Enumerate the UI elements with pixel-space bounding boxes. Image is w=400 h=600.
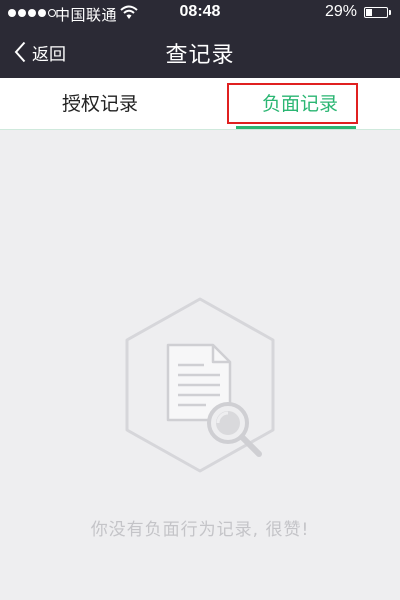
status-bar: 中国联通 08:48 29% bbox=[0, 0, 400, 26]
empty-state-message: 你没有负面行为记录, 很赞! bbox=[90, 520, 310, 540]
battery-level bbox=[366, 9, 373, 16]
battery-nub bbox=[389, 10, 391, 15]
active-tab-indicator bbox=[236, 126, 356, 129]
page-title: 查记录 bbox=[165, 43, 235, 68]
battery-percent: 29% bbox=[324, 3, 357, 20]
tab-bar: 授权记录 负面记录 bbox=[0, 78, 400, 130]
battery-icon bbox=[364, 7, 391, 18]
tab-authorization-records[interactable]: 授权记录 bbox=[0, 78, 200, 130]
nav-bar: 返回 查记录 bbox=[0, 26, 400, 78]
document-search-icon bbox=[118, 295, 282, 475]
screen: 中国联通 08:48 29% 返回 查记录 授权记录 负面记录 你没有负面行为记… bbox=[0, 0, 400, 600]
tab-negative-records[interactable]: 负面记录 bbox=[200, 78, 400, 130]
header: 中国联通 08:48 29% 返回 查记录 bbox=[0, 0, 400, 78]
